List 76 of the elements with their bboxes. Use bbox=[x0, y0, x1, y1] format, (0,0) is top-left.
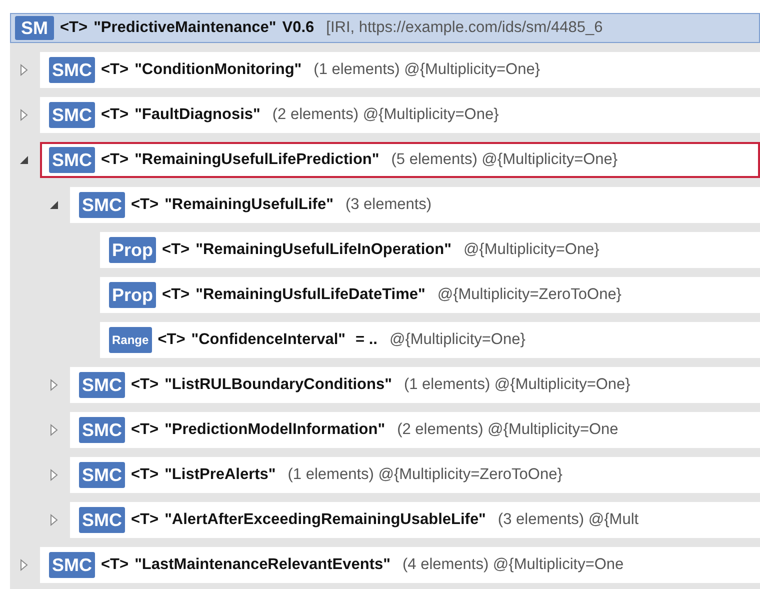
tree-node[interactable]: SMC <T> "FaultDiagnosis" (2 elements) @{Multiplicity=One} bbox=[40, 97, 760, 133]
type-tag: <T> bbox=[131, 421, 159, 439]
element-name: "PredictionModelInformation" bbox=[164, 421, 386, 439]
type-tag: <T> bbox=[162, 241, 190, 259]
version-label: V0.6 bbox=[282, 19, 314, 37]
tree-node[interactable]: Prop <T> "RemainingUsefulLifeInOperation" @{Multiplicity=One} bbox=[100, 232, 760, 268]
tree-node[interactable]: SMC <T> "ConditionMonitoring" (1 elements) @{Multiplicity=One} bbox=[40, 52, 760, 88]
type-badge: SMC bbox=[79, 462, 125, 488]
tree-node[interactable]: SMC <T> "RemainingUsefulLifePrediction" (5 elements) @{Multiplicity=One} bbox=[40, 142, 760, 178]
expand-triangle-icon[interactable] bbox=[19, 64, 29, 76]
element-value: = .. bbox=[356, 331, 378, 349]
type-badge: SMC bbox=[49, 57, 95, 83]
expand-triangle-icon[interactable] bbox=[49, 379, 59, 391]
element-name: "ListPreAlerts" bbox=[164, 466, 276, 484]
expand-triangle-icon[interactable] bbox=[49, 514, 59, 526]
element-name: "AlertAfterExceedingRemainingUsableLife" bbox=[164, 511, 486, 529]
tree-node[interactable]: SMC <T> "LastMaintenanceRelevantEvents" (4 elements) @{Multiplicity=One bbox=[40, 547, 760, 583]
type-tag: <T> bbox=[101, 151, 129, 169]
type-badge: Range bbox=[109, 327, 152, 353]
element-info: (1 elements) @{Multiplicity=One} bbox=[314, 61, 540, 79]
expand-triangle-icon[interactable] bbox=[49, 424, 59, 436]
type-tag: <T> bbox=[158, 331, 186, 349]
expand-triangle-icon[interactable] bbox=[49, 469, 59, 481]
type-badge: SM bbox=[15, 16, 54, 40]
type-badge: SMC bbox=[79, 192, 125, 218]
element-info: (5 elements) @{Multiplicity=One} bbox=[391, 151, 618, 169]
element-info: (2 elements) @{Multiplicity=One} bbox=[272, 106, 499, 124]
tree-node[interactable]: SMC <T> "ListRULBoundaryConditions" (1 elements) @{Multiplicity=One} bbox=[70, 367, 760, 403]
element-name: "RemainingUsfulLifeDateTime" bbox=[196, 286, 426, 304]
type-badge: SMC bbox=[79, 507, 125, 533]
element-info: (1 elements) @{Multiplicity=One} bbox=[404, 376, 630, 394]
element-info: (4 elements) @{Multiplicity=One bbox=[402, 556, 624, 574]
type-badge: SMC bbox=[49, 102, 95, 128]
element-name: "ConfidenceInterval" bbox=[191, 331, 346, 349]
tree-node[interactable]: Range <T> "ConfidenceInterval" = .. @{Multiplicity=One} bbox=[100, 322, 760, 358]
collapse-triangle-icon[interactable] bbox=[49, 200, 59, 210]
element-name: "LastMaintenanceRelevantEvents" bbox=[134, 556, 390, 574]
element-info: @{Multiplicity=One} bbox=[389, 331, 526, 349]
type-badge: SMC bbox=[49, 552, 95, 578]
element-name: "ConditionMonitoring" bbox=[134, 61, 302, 79]
type-tag: <T> bbox=[131, 466, 159, 484]
type-tag: <T> bbox=[162, 286, 190, 304]
element-info: @{Multiplicity=One} bbox=[463, 241, 600, 259]
collapse-triangle-icon[interactable] bbox=[19, 155, 29, 165]
element-name: "RemainingUsefulLifePrediction" bbox=[134, 151, 380, 169]
expand-triangle-icon[interactable] bbox=[19, 109, 29, 121]
tree-node[interactable]: Prop <T> "RemainingUsfulLifeDateTime" @{Multiplicity=ZeroToOne} bbox=[100, 277, 760, 313]
type-badge: SMC bbox=[79, 372, 125, 398]
tree-node[interactable]: SMC <T> "ListPreAlerts" (1 elements) @{Multiplicity=ZeroToOne} bbox=[70, 457, 760, 493]
element-info: (1 elements) @{Multiplicity=ZeroToOne} bbox=[288, 466, 562, 484]
type-badge: SMC bbox=[49, 147, 95, 173]
element-name: "RemainingUsefulLife" bbox=[164, 196, 334, 214]
expand-triangle-icon[interactable] bbox=[19, 559, 29, 571]
type-tag: <T> bbox=[60, 19, 88, 37]
element-info: (3 elements) bbox=[345, 196, 432, 214]
element-name: "PredictiveMaintenance" bbox=[94, 19, 276, 37]
element-info: (2 elements) @{Multiplicity=One bbox=[397, 421, 618, 439]
element-info: (3 elements) @{Mult bbox=[498, 511, 639, 529]
element-info: [IRI, https://example.com/ids/sm/4485_6 bbox=[326, 19, 603, 37]
type-tag: <T> bbox=[131, 196, 159, 214]
tree-node[interactable]: SMC <T> "AlertAfterExceedingRemainingUsableLife" (3 elements) @{Mult bbox=[70, 502, 760, 538]
element-name: "RemainingUsefulLifeInOperation" bbox=[196, 241, 452, 259]
type-tag: <T> bbox=[131, 511, 159, 529]
type-tag: <T> bbox=[101, 61, 129, 79]
tree-node[interactable]: SMC <T> "RemainingUsefulLife" (3 elements) bbox=[70, 187, 760, 223]
type-badge: SMC bbox=[79, 417, 125, 443]
type-tag: <T> bbox=[131, 376, 159, 394]
type-tag: <T> bbox=[101, 106, 129, 124]
type-badge: Prop bbox=[109, 282, 156, 308]
root-node[interactable]: SM <T> "PredictiveMaintenance" V0.6 [IRI, https://example.com/ids/sm/4485_6 bbox=[10, 13, 760, 43]
element-info: @{Multiplicity=ZeroToOne} bbox=[437, 286, 622, 304]
type-badge: Prop bbox=[109, 237, 156, 263]
element-name: "ListRULBoundaryConditions" bbox=[164, 376, 392, 394]
tree-node[interactable]: SMC <T> "PredictionModelInformation" (2 elements) @{Multiplicity=One bbox=[70, 412, 760, 448]
type-tag: <T> bbox=[101, 556, 129, 574]
element-name: "FaultDiagnosis" bbox=[134, 106, 260, 124]
